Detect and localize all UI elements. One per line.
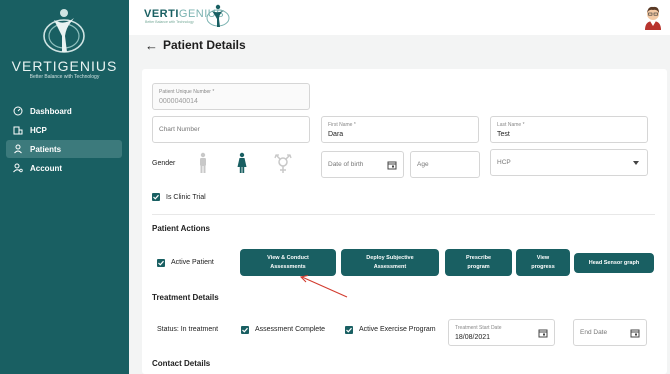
gender-label: Gender — [152, 160, 176, 167]
divider — [152, 214, 655, 215]
end-date-input[interactable]: End Date — [573, 319, 647, 346]
chart-number-input[interactable]: Chart Number — [152, 116, 310, 143]
sidebar-item-dashboard[interactable]: Dashboard — [6, 102, 122, 120]
sidebar: VERTIGENIUS Better Balance with Technolo… — [0, 0, 129, 374]
male-icon[interactable] — [197, 152, 209, 174]
sidebar-item-hcp[interactable]: HCP — [6, 121, 122, 139]
clinic-trial-label: Is Clinic Trial — [166, 194, 206, 201]
view-conduct-assessments-button[interactable]: View & Conduct Assessments — [240, 249, 336, 276]
female-icon[interactable] — [236, 152, 248, 174]
sidebar-item-label: Dashboard — [30, 106, 72, 116]
account-icon — [13, 163, 23, 173]
calendar-icon[interactable] — [630, 328, 640, 338]
treatment-start-date-input[interactable]: Treatment Start Date 18/08/2021 — [448, 319, 555, 346]
user-avatar[interactable] — [642, 4, 664, 30]
building-icon — [13, 126, 23, 135]
chevron-down-icon — [633, 161, 639, 165]
clinic-trial-checkbox[interactable] — [152, 193, 160, 201]
contact-details-title: Contact Details — [152, 359, 211, 368]
check-icon — [346, 327, 352, 333]
last-name-input[interactable]: Last Name * Test — [490, 116, 648, 143]
first-name-input[interactable]: First Name * Dara — [321, 116, 479, 143]
calendar-icon[interactable] — [538, 328, 548, 338]
sidebar-item-label: HCP — [30, 125, 47, 135]
dob-input[interactable]: Date of birth — [321, 151, 404, 178]
transgender-icon[interactable] — [273, 153, 293, 175]
vertigenius-logo-icon — [43, 9, 85, 53]
sidebar-item-account[interactable]: Account — [6, 159, 122, 177]
check-icon — [158, 260, 164, 266]
assessment-complete-label: Assessment Complete — [255, 326, 326, 333]
page-title: Patient Details — [163, 38, 246, 52]
assessment-complete-checkbox[interactable] — [241, 326, 249, 334]
check-icon — [242, 327, 248, 333]
sidebar-item-label: Patients — [30, 144, 62, 154]
active-patient-checkbox[interactable] — [157, 259, 165, 267]
age-input[interactable]: Age — [410, 151, 480, 178]
calendar-icon[interactable] — [387, 160, 397, 170]
active-exercise-label: Active Exercise Program — [359, 326, 436, 333]
hcp-select[interactable]: HCP — [490, 149, 648, 176]
sidebar-nav: Dashboard HCP Patients Account — [6, 102, 122, 178]
treatment-status: Status: In treatment — [157, 326, 219, 333]
header-tagline: Better Balance with Technology — [145, 20, 194, 24]
vertigenius-logo-icon — [206, 4, 230, 27]
prescribe-program-button[interactable]: Prescribe program — [445, 249, 512, 276]
dashboard-icon — [13, 106, 23, 116]
head-sensor-graph-button[interactable]: Head Sensor graph — [574, 253, 654, 273]
brand-name: VERTIGENIUS — [11, 58, 118, 74]
annotation-arrow — [299, 274, 348, 298]
sidebar-item-label: Account — [30, 163, 62, 173]
check-icon — [153, 194, 159, 200]
view-progress-button[interactable]: View progress — [516, 249, 570, 276]
patient-number-field: Patient Unique Number * 0000040014 — [152, 83, 310, 110]
person-icon — [14, 144, 22, 154]
sidebar-item-patients[interactable]: Patients — [6, 140, 122, 158]
treatment-details-title: Treatment Details — [152, 293, 219, 302]
brand-tagline: Better Balance with Technology — [29, 74, 100, 80]
deploy-subjective-assessment-button[interactable]: Deploy Subjective Assessment — [341, 249, 439, 276]
active-patient-label: Active Patient — [171, 259, 214, 266]
patient-actions-title: Patient Actions — [152, 224, 210, 233]
active-exercise-checkbox[interactable] — [345, 326, 353, 334]
back-arrow-icon[interactable]: ← — [145, 38, 158, 53]
top-header: VERTIGENIUS Better Balance with Technolo… — [129, 0, 670, 35]
